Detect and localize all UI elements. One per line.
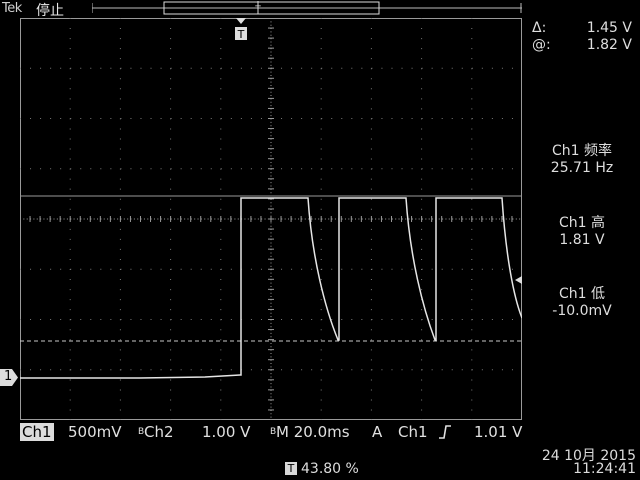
svg-text:T: T	[254, 5, 261, 15]
cursor-readout: Δ: 1.45 V @: 1.82 V	[532, 20, 632, 54]
trigger-mode: A	[372, 423, 383, 441]
measurement-value: 25.71 Hz	[550, 160, 614, 176]
trigger-position-icon: T	[285, 462, 297, 475]
measurement-high: Ch1 高 1.81 V	[527, 212, 637, 248]
measurement-value: 1.81 V	[559, 232, 605, 248]
trigger-position-readout: T 43.80 %	[285, 461, 359, 477]
delta-label: Δ:	[532, 20, 547, 36]
trigger-level[interactable]: 1.01 V	[474, 423, 522, 441]
ch1-scale[interactable]: 500mV	[68, 423, 122, 441]
ch2-label[interactable]: Ch2	[144, 423, 174, 441]
ch1-label[interactable]: Ch1	[20, 423, 54, 441]
timebase[interactable]: M 20.0ms	[276, 423, 350, 441]
time-display: 11:24:41	[573, 461, 636, 477]
ch2-scale[interactable]: 1.00 V	[202, 423, 250, 441]
measurement-label: Ch1 频率	[551, 143, 612, 159]
at-value: 1.82 V	[586, 37, 632, 53]
trigger-position-value: 43.80 %	[301, 461, 359, 477]
measurement-label: Ch1 低	[558, 286, 605, 302]
svg-text:T: T	[237, 28, 245, 41]
settings-bar: Ch1 500mV B Ch2 1.00 V B M 20.0ms A Ch1 …	[0, 423, 640, 443]
measurement-value: -10.0mV	[552, 303, 612, 319]
at-label: @:	[532, 37, 551, 53]
waveform-display[interactable]: T	[20, 18, 522, 420]
top-status-bar: Tek 停止 T	[0, 0, 640, 19]
measurement-label: Ch1 高	[558, 215, 605, 231]
ch1-ground-marker[interactable]: 1	[0, 369, 18, 386]
measurement-frequency: Ch1 频率 25.71 Hz	[527, 140, 637, 176]
acquisition-status: 停止	[36, 3, 64, 19]
trigger-source[interactable]: Ch1	[398, 423, 428, 441]
trigger-position-marker-icon: T	[254, 1, 261, 15]
measurement-low: Ch1 低 -10.0mV	[527, 283, 637, 319]
delta-value: 1.45 V	[586, 20, 632, 36]
rising-edge-icon	[438, 424, 452, 444]
record-view-bar[interactable]: T	[92, 1, 522, 15]
brand-label: Tek	[2, 1, 22, 16]
